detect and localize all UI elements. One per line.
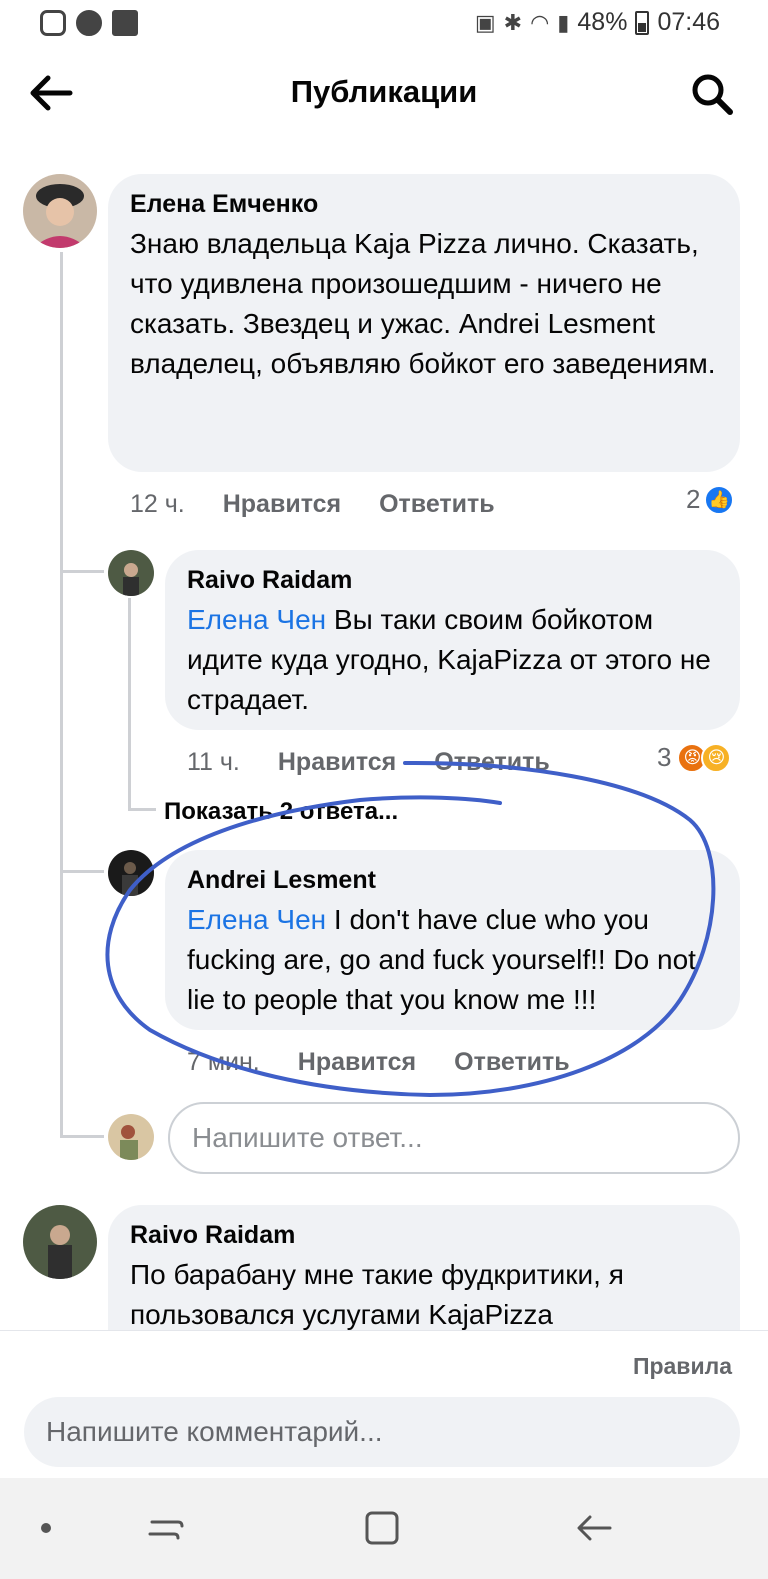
- thread-line: [60, 252, 63, 1137]
- recent-apps-button[interactable]: [144, 1506, 188, 1550]
- battery-percent: 48%: [577, 8, 628, 36]
- status-bar: ▣ ✱ ◠ ▮ 48% 07:46: [0, 0, 768, 48]
- comment-actions: 12 ч. Нравится Ответить: [130, 490, 495, 519]
- current-user-avatar: [108, 1114, 154, 1160]
- comment-composer: Правила Напишите комментарий...: [0, 1330, 768, 1478]
- avatar[interactable]: [108, 850, 154, 896]
- shazam-icon: [76, 10, 102, 36]
- comment-bubble: Raivo Raidam Елена Чен Вы таки своим бой…: [165, 550, 740, 730]
- comment-text: Знаю владельца Kaja Pizza лично. Сказать…: [130, 228, 716, 379]
- search-button[interactable]: [690, 72, 734, 116]
- reply-button[interactable]: Ответить: [434, 748, 550, 777]
- top-app-bar: Публикации: [0, 48, 768, 140]
- comment-author[interactable]: Raivo Raidam: [130, 1219, 718, 1251]
- comment-input[interactable]: Напишите комментарий...: [24, 1397, 740, 1467]
- comment-bubble: Елена Емченко Знаю владельца Kaja Pizza …: [108, 174, 740, 472]
- avatar[interactable]: [23, 174, 97, 248]
- like-button[interactable]: Нравится: [223, 490, 341, 519]
- system-nav-bar: [0, 1478, 768, 1579]
- reply-button[interactable]: Ответить: [454, 1048, 570, 1077]
- search-icon: [692, 74, 733, 115]
- gallery-icon: [112, 10, 138, 36]
- clock: 07:46: [657, 8, 720, 36]
- like-button[interactable]: Нравится: [278, 748, 396, 777]
- thread-connector: [128, 808, 156, 811]
- comment-actions: 11 ч. Нравится Ответить: [187, 748, 550, 777]
- show-replies-link[interactable]: Показать 2 ответа...: [164, 798, 398, 826]
- home-button[interactable]: [360, 1506, 404, 1550]
- thumbs-up-icon: 👍: [704, 484, 735, 515]
- mention-link[interactable]: Елена Чен: [187, 904, 326, 935]
- reaction-summary[interactable]: 3 😡 😢: [657, 742, 732, 773]
- back-arrow-icon: [577, 1515, 612, 1541]
- back-nav-button[interactable]: [572, 1506, 616, 1550]
- recent-apps-icon: [148, 1520, 184, 1540]
- comment-time: 7 мин.: [187, 1048, 260, 1076]
- comment-time: 11 ч.: [187, 748, 240, 776]
- instagram-icon: [40, 10, 66, 36]
- wifi-icon: ◠: [530, 9, 550, 35]
- like-button[interactable]: Нравится: [298, 1048, 416, 1077]
- comment-bubble: Andrei Lesment Елена Чен I don't have cl…: [165, 850, 740, 1030]
- home-square-icon: [365, 1511, 399, 1545]
- comment-author[interactable]: Raivo Raidam: [187, 564, 718, 596]
- thread-connector: [60, 870, 104, 873]
- comment-time: 12 ч.: [130, 490, 185, 518]
- rules-link[interactable]: Правила: [633, 1353, 732, 1380]
- battery-saver-icon: ▣: [474, 9, 496, 35]
- sad-reaction-icon: 😢: [701, 742, 732, 773]
- thread-line: [128, 598, 131, 810]
- mention-link[interactable]: Елена Чен: [187, 604, 326, 635]
- signal-icon: ▮: [557, 9, 570, 35]
- comment-author[interactable]: Andrei Lesment: [187, 864, 718, 896]
- reply-button[interactable]: Ответить: [379, 490, 495, 519]
- comment-text: Елена Чен Вы таки своим бойкотом идите к…: [187, 600, 718, 720]
- page-title: Публикации: [290, 74, 478, 109]
- thread-connector: [60, 570, 104, 573]
- reply-input[interactable]: Напишите ответ...: [168, 1102, 740, 1174]
- bluetooth-icon: ✱: [503, 9, 523, 35]
- thread-connector: [60, 1135, 104, 1138]
- battery-icon: [635, 10, 650, 35]
- comment-actions: 7 мин. Нравится Ответить: [187, 1048, 570, 1077]
- avatar[interactable]: [108, 550, 154, 596]
- reaction-count: 2: [686, 484, 701, 514]
- comment-text: Елена Чен I don't have clue who you fuck…: [187, 900, 718, 1020]
- reaction-summary[interactable]: 2 👍: [686, 484, 735, 515]
- comment-author[interactable]: Елена Емченко: [130, 188, 718, 220]
- reaction-count: 3: [657, 742, 672, 772]
- nav-dot-button[interactable]: [24, 1506, 68, 1550]
- dot-icon: [41, 1523, 51, 1533]
- comment-text: По барабану мне такие фудкритики, я поль…: [130, 1259, 624, 1330]
- avatar[interactable]: [23, 1205, 97, 1279]
